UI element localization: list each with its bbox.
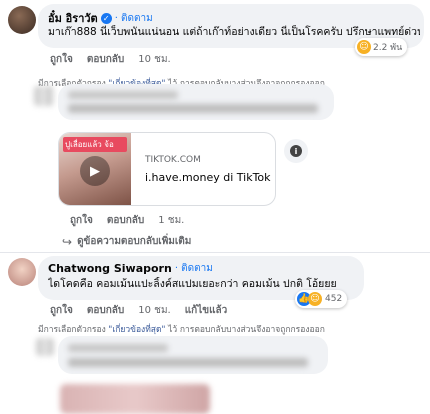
avatar[interactable] <box>8 6 36 34</box>
reply-name-redacted <box>68 91 178 99</box>
more-replies-label: ดูข้อความตอบกลับเพิ่มเติม <box>77 236 192 247</box>
comment-text: ไดโคดคือ คอมเม้นแปะลิ้งค์สแปมเยอะกว่า คอ… <box>48 278 337 290</box>
play-icon: ▶ <box>80 156 110 186</box>
link-preview-card[interactable]: ปูเลื่อยแล้ว จ้อ ▶ TIKTOK.COM i.have.mon… <box>58 132 276 206</box>
laugh-reaction-icon: ☺ <box>308 292 322 306</box>
reply-avatar <box>36 338 54 356</box>
thumbnail-caption: ปูเลื่อยแล้ว จ้อ <box>63 137 127 152</box>
follow-link[interactable]: · ติดตาม <box>175 261 213 276</box>
comment-time[interactable]: 10 ชม. <box>138 52 170 67</box>
comment-actions: ถูกใจ ตอบกลับ 10 ชม. <box>50 52 171 67</box>
comment-author[interactable]: Chatwong Siwaporn <box>48 262 172 275</box>
filter-note-prefix: มีการเลือกตัวกรอง <box>38 325 109 335</box>
link-domain: TIKTOK.COM <box>145 155 201 165</box>
comment-actions: ถูกใจ ตอบกลับ 10 ชม. แก้ไขแล้ว <box>50 303 227 318</box>
comment-text: มาเก๊า888 นี่เว็บพนันแน่นอน แต่ถ้าเก๊าท์… <box>48 26 420 38</box>
reaction-count: 2.2 พัน <box>373 43 403 53</box>
like-button[interactable]: ถูกใจ <box>50 52 73 67</box>
reply-text-redacted <box>68 358 308 367</box>
filter-note-suffix: ไว้ การตอบกลับบางส่วนจึงอาจถูกกรองออก <box>165 325 325 335</box>
reply-arrow-icon: ↪ <box>62 234 73 249</box>
like-button[interactable]: ถูกใจ <box>50 303 73 318</box>
reply-bubble <box>58 84 334 120</box>
reply-button[interactable]: ตอบกลับ <box>87 303 124 318</box>
link-title: i.have.money di TikTok <box>145 171 271 184</box>
filter-note-quote: "เกี่ยวข้องที่สุด" <box>108 325 166 335</box>
reply-text-redacted <box>68 104 318 113</box>
reply-button[interactable]: ตอบกลับ <box>87 52 124 67</box>
like-button[interactable]: ถูกใจ <box>70 213 93 228</box>
link-thumbnail: ปูเลื่อยแล้ว จ้อ ▶ <box>59 133 131 205</box>
reply-image-redacted <box>60 384 210 414</box>
follow-link[interactable]: · ติดตาม <box>115 11 153 26</box>
avatar[interactable] <box>8 258 36 286</box>
reaction-count: 452 <box>325 294 343 304</box>
laugh-reaction-icon: ☺ <box>357 40 371 54</box>
link-options-button[interactable]: i <box>284 139 308 163</box>
verified-badge-icon: ✓ <box>100 12 112 24</box>
reaction-summary[interactable]: ☺ 2.2 พัน <box>355 38 408 56</box>
reply-button[interactable]: ตอบกลับ <box>107 213 144 228</box>
info-icon: i <box>290 145 302 157</box>
reply-time[interactable]: 1 ชม. <box>158 213 184 228</box>
reply-avatar <box>34 86 54 106</box>
reply-actions: ถูกใจ ตอบกลับ 1 ชม. <box>70 213 184 228</box>
edited-label[interactable]: แก้ไขแล้ว <box>185 303 228 318</box>
divider <box>0 252 430 253</box>
more-replies-link[interactable]: ↪ ดูข้อความตอบกลับเพิ่มเติม <box>62 234 191 249</box>
comment-header: Chatwong Siwaporn · ติดตาม <box>48 261 213 276</box>
reaction-summary[interactable]: 👍 ☺ 452 <box>295 290 348 308</box>
comment-time[interactable]: 10 ชม. <box>138 303 170 318</box>
reply-name-redacted <box>68 344 168 352</box>
reply-bubble <box>58 336 328 374</box>
filter-note: มีการเลือกตัวกรอง "เกี่ยวข้องที่สุด" ไว้… <box>38 322 325 336</box>
